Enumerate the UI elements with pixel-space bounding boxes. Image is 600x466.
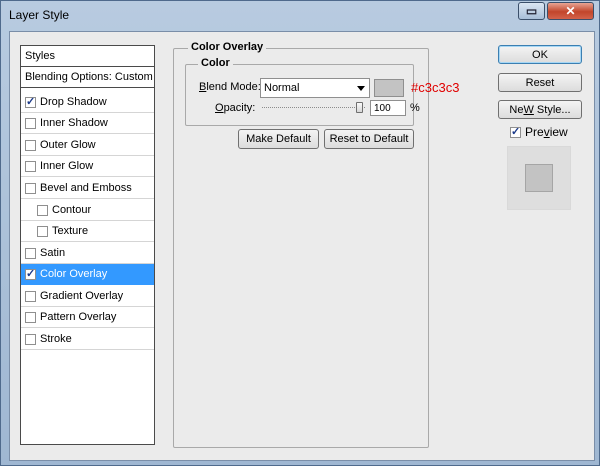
title-bar[interactable]: Layer Style ▭ ✕ <box>1 1 599 31</box>
blending-options-label: Blending Options: Custom <box>25 71 153 83</box>
styles-header[interactable]: Styles <box>21 46 154 67</box>
new-style-label: NeW Style... <box>509 103 571 116</box>
contour-checkbox[interactable] <box>37 204 48 216</box>
reset-to-default-button[interactable]: Reset to Default <box>324 129 414 149</box>
opacity-slider-track[interactable] <box>262 107 365 108</box>
context-help-button[interactable]: ▭ <box>518 2 545 20</box>
opacity-label: Opacity: <box>215 102 256 114</box>
list-item-inner-shadow[interactable]: Inner Shadow <box>21 113 154 134</box>
list-item-label: Color Overlay <box>40 268 108 280</box>
overlay-color-swatch[interactable] <box>374 79 404 97</box>
list-item-inner-glow[interactable]: Inner Glow <box>21 156 154 177</box>
ok-button[interactable]: OK <box>498 45 582 64</box>
list-item-label: Satin <box>40 247 66 259</box>
list-item-label: Outer Glow <box>40 139 96 151</box>
layer-style-window: Layer Style ▭ ✕ Styles Blending Options:… <box>0 0 600 466</box>
blend-mode-value: Normal <box>264 82 300 94</box>
new-style-button[interactable]: NeW Style... <box>498 100 582 119</box>
preview-checkbox[interactable] <box>510 125 521 138</box>
chevron-down-icon <box>357 86 365 91</box>
close-button[interactable]: ✕ <box>547 2 594 20</box>
list-item-label: Stroke <box>40 333 72 345</box>
color-subgroup-title: Color <box>198 57 233 69</box>
list-item-label: Contour <box>52 204 92 216</box>
reset-to-default-label: Reset to Default <box>329 133 409 145</box>
style-preview <box>507 146 571 210</box>
opacity-unit: % <box>410 102 420 114</box>
list-item-bevel-emboss[interactable]: Bevel and Emboss <box>21 178 154 199</box>
pattern-overlay-checkbox[interactable] <box>25 311 36 323</box>
list-item-contour[interactable]: Contour <box>21 200 154 221</box>
ok-label: OK <box>532 48 548 61</box>
list-item-label: Drop Shadow <box>40 96 107 108</box>
dialog-client-area: Styles Blending Options: Custom Drop Sha… <box>9 31 595 461</box>
list-item-satin[interactable]: Satin <box>21 243 154 264</box>
color-overlay-checkbox[interactable] <box>25 267 36 280</box>
list-item-drop-shadow[interactable]: Drop Shadow <box>21 92 154 113</box>
styles-header-label: Styles <box>25 50 55 62</box>
bevel-emboss-checkbox[interactable] <box>25 182 36 194</box>
list-item-label: Inner Shadow <box>40 117 108 129</box>
list-item-outer-glow[interactable]: Outer Glow <box>21 135 154 156</box>
make-default-label: Make Default <box>246 133 311 145</box>
satin-checkbox[interactable] <box>25 247 36 259</box>
reset-button[interactable]: Reset <box>498 73 582 92</box>
inner-shadow-checkbox[interactable] <box>25 117 36 129</box>
gradient-overlay-checkbox[interactable] <box>25 290 36 302</box>
list-item-gradient-overlay[interactable]: Gradient Overlay <box>21 286 154 307</box>
drop-shadow-checkbox[interactable] <box>25 95 36 108</box>
list-item-label: Bevel and Emboss <box>40 182 132 194</box>
opacity-input[interactable]: 100 <box>370 100 406 116</box>
preview-label: Preview <box>525 125 568 139</box>
outer-glow-checkbox[interactable] <box>25 139 36 151</box>
texture-checkbox[interactable] <box>37 225 48 237</box>
list-item-color-overlay[interactable]: Color Overlay <box>21 264 154 285</box>
list-item-stroke[interactable]: Stroke <box>21 329 154 350</box>
opacity-value: 100 <box>374 102 391 114</box>
preview-thumbnail <box>525 164 553 192</box>
make-default-button[interactable]: Make Default <box>238 129 319 149</box>
list-item-label: Pattern Overlay <box>40 311 117 323</box>
reset-label: Reset <box>525 76 555 89</box>
close-icon: ✕ <box>565 4 576 18</box>
preview-toggle[interactable]: Preview <box>510 125 568 139</box>
blending-options-item[interactable]: Blending Options: Custom <box>21 67 154 88</box>
hex-color-annotation: #c3c3c3 <box>411 80 460 95</box>
stroke-checkbox[interactable] <box>25 333 36 345</box>
inner-glow-checkbox[interactable] <box>25 160 36 172</box>
window-title: Layer Style <box>9 8 70 22</box>
blend-mode-label: Blend Mode: <box>199 81 261 93</box>
blend-mode-select[interactable]: Normal <box>260 78 370 98</box>
color-overlay-title: Color Overlay <box>188 41 267 53</box>
list-item-pattern-overlay[interactable]: Pattern Overlay <box>21 307 154 328</box>
list-item-texture[interactable]: Texture <box>21 221 154 242</box>
opacity-slider-thumb[interactable] <box>356 102 363 113</box>
list-item-label: Inner Glow <box>40 160 94 172</box>
styles-list: Styles Blending Options: Custom Drop Sha… <box>20 45 155 445</box>
list-item-label: Gradient Overlay <box>40 290 124 302</box>
list-item-label: Texture <box>52 225 89 237</box>
help-icon: ▭ <box>525 4 538 18</box>
